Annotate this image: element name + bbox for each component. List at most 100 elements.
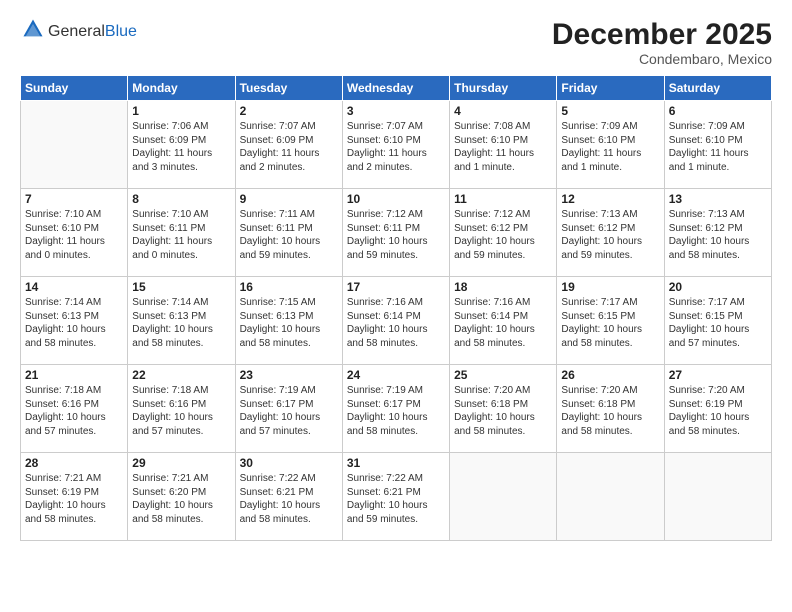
calendar-cell: 26 Sunrise: 7:20 AM Sunset: 6:18 PM Dayli…: [557, 365, 664, 453]
day-number: 22: [132, 368, 230, 382]
header: GeneralBlue December 2025 Condembaro, Me…: [20, 18, 772, 67]
logo: GeneralBlue: [20, 18, 137, 45]
day-number: 21: [25, 368, 123, 382]
cell-content: Sunrise: 7:18 AM Sunset: 6:16 PM Dayligh…: [132, 384, 230, 438]
calendar-cell: 5 Sunrise: 7:09 AM Sunset: 6:10 PM Daylig…: [557, 101, 664, 189]
day-number: 17: [347, 280, 445, 294]
day-number: 30: [240, 456, 338, 470]
calendar-week-row: 21 Sunrise: 7:18 AM Sunset: 6:16 PM Dayli…: [21, 365, 772, 453]
cell-content: Sunrise: 7:17 AM Sunset: 6:15 PM Dayligh…: [561, 296, 659, 350]
calendar-day-header: Tuesday: [235, 76, 342, 101]
calendar-cell: 14 Sunrise: 7:14 AM Sunset: 6:13 PM Dayli…: [21, 277, 128, 365]
calendar-header-row: SundayMondayTuesdayWednesdayThursdayFrid…: [21, 76, 772, 101]
day-number: 15: [132, 280, 230, 294]
calendar-cell: 29 Sunrise: 7:21 AM Sunset: 6:20 PM Dayli…: [128, 453, 235, 541]
calendar-cell: 16 Sunrise: 7:15 AM Sunset: 6:13 PM Dayli…: [235, 277, 342, 365]
calendar-day-header: Friday: [557, 76, 664, 101]
calendar-cell: 6 Sunrise: 7:09 AM Sunset: 6:10 PM Daylig…: [664, 101, 771, 189]
cell-content: Sunrise: 7:20 AM Sunset: 6:18 PM Dayligh…: [561, 384, 659, 438]
calendar-cell: 4Sunrise: 7:08 AM Sunset: 6:10 PM Daylig…: [450, 101, 557, 189]
day-number: 7: [25, 192, 123, 206]
day-number: 8: [132, 192, 230, 206]
calendar-cell: [450, 453, 557, 541]
calendar-cell: 7 Sunrise: 7:10 AM Sunset: 6:10 PM Daylig…: [21, 189, 128, 277]
day-number: 29: [132, 456, 230, 470]
day-number: 2: [240, 104, 338, 118]
calendar-day-header: Thursday: [450, 76, 557, 101]
day-number: 3: [347, 104, 445, 118]
cell-content: Sunrise: 7:07 AM Sunset: 6:09 PM Dayligh…: [240, 120, 338, 174]
page: GeneralBlue December 2025 Condembaro, Me…: [0, 0, 792, 612]
calendar: SundayMondayTuesdayWednesdayThursdayFrid…: [20, 75, 772, 541]
cell-content: Sunrise: 7:16 AM Sunset: 6:14 PM Dayligh…: [454, 296, 552, 350]
logo-text-general: GeneralBlue: [48, 23, 137, 41]
calendar-day-header: Sunday: [21, 76, 128, 101]
calendar-day-header: Wednesday: [342, 76, 449, 101]
cell-content: Sunrise: 7:07 AM Sunset: 6:10 PM Dayligh…: [347, 120, 445, 174]
cell-content: Sunrise: 7:21 AM Sunset: 6:20 PM Dayligh…: [132, 472, 230, 526]
day-number: 25: [454, 368, 552, 382]
calendar-cell: 9Sunrise: 7:11 AM Sunset: 6:11 PM Daylig…: [235, 189, 342, 277]
day-number: 23: [240, 368, 338, 382]
day-number: 27: [669, 368, 767, 382]
cell-content: Sunrise: 7:09 AM Sunset: 6:10 PM Dayligh…: [669, 120, 767, 174]
day-number: 28: [25, 456, 123, 470]
day-number: 11: [454, 192, 552, 206]
title-block: December 2025 Condembaro, Mexico: [552, 18, 772, 67]
day-number: 5: [561, 104, 659, 118]
cell-content: Sunrise: 7:19 AM Sunset: 6:17 PM Dayligh…: [240, 384, 338, 438]
calendar-cell: 19 Sunrise: 7:17 AM Sunset: 6:15 PM Dayli…: [557, 277, 664, 365]
calendar-cell: 20 Sunrise: 7:17 AM Sunset: 6:15 PM Dayli…: [664, 277, 771, 365]
cell-content: Sunrise: 7:19 AM Sunset: 6:17 PM Dayligh…: [347, 384, 445, 438]
cell-content: Sunrise: 7:09 AM Sunset: 6:10 PM Dayligh…: [561, 120, 659, 174]
calendar-week-row: 14 Sunrise: 7:14 AM Sunset: 6:13 PM Dayli…: [21, 277, 772, 365]
calendar-cell: 25 Sunrise: 7:20 AM Sunset: 6:18 PM Dayli…: [450, 365, 557, 453]
calendar-week-row: 7 Sunrise: 7:10 AM Sunset: 6:10 PM Daylig…: [21, 189, 772, 277]
calendar-cell: 30 Sunrise: 7:22 AM Sunset: 6:21 PM Dayli…: [235, 453, 342, 541]
calendar-cell: 12Sunrise: 7:13 AM Sunset: 6:12 PM Dayli…: [557, 189, 664, 277]
cell-content: Sunrise: 7:12 AM Sunset: 6:11 PM Dayligh…: [347, 208, 445, 262]
cell-content: Sunrise: 7:20 AM Sunset: 6:18 PM Dayligh…: [454, 384, 552, 438]
cell-content: Sunrise: 7:10 AM Sunset: 6:10 PM Dayligh…: [25, 208, 123, 262]
cell-content: Sunrise: 7:13 AM Sunset: 6:12 PM Dayligh…: [669, 208, 767, 262]
calendar-cell: 2 Sunrise: 7:07 AM Sunset: 6:09 PM Daylig…: [235, 101, 342, 189]
cell-content: Sunrise: 7:22 AM Sunset: 6:21 PM Dayligh…: [240, 472, 338, 526]
cell-content: Sunrise: 7:15 AM Sunset: 6:13 PM Dayligh…: [240, 296, 338, 350]
day-number: 6: [669, 104, 767, 118]
calendar-cell: 24Sunrise: 7:19 AM Sunset: 6:17 PM Dayli…: [342, 365, 449, 453]
day-number: 13: [669, 192, 767, 206]
calendar-day-header: Saturday: [664, 76, 771, 101]
cell-content: Sunrise: 7:10 AM Sunset: 6:11 PM Dayligh…: [132, 208, 230, 262]
calendar-cell: 23 Sunrise: 7:19 AM Sunset: 6:17 PM Dayli…: [235, 365, 342, 453]
cell-content: Sunrise: 7:18 AM Sunset: 6:16 PM Dayligh…: [25, 384, 123, 438]
calendar-cell: 8 Sunrise: 7:10 AM Sunset: 6:11 PM Daylig…: [128, 189, 235, 277]
cell-content: Sunrise: 7:13 AM Sunset: 6:12 PM Dayligh…: [561, 208, 659, 262]
calendar-week-row: 1Sunrise: 7:06 AM Sunset: 6:09 PM Daylig…: [21, 101, 772, 189]
cell-content: Sunrise: 7:08 AM Sunset: 6:10 PM Dayligh…: [454, 120, 552, 174]
calendar-cell: 22 Sunrise: 7:18 AM Sunset: 6:16 PM Dayli…: [128, 365, 235, 453]
cell-content: Sunrise: 7:14 AM Sunset: 6:13 PM Dayligh…: [25, 296, 123, 350]
day-number: 31: [347, 456, 445, 470]
cell-content: Sunrise: 7:12 AM Sunset: 6:12 PM Dayligh…: [454, 208, 552, 262]
day-number: 18: [454, 280, 552, 294]
calendar-cell: 28Sunrise: 7:21 AM Sunset: 6:19 PM Dayli…: [21, 453, 128, 541]
calendar-cell: 3 Sunrise: 7:07 AM Sunset: 6:10 PM Daylig…: [342, 101, 449, 189]
calendar-cell: 15 Sunrise: 7:14 AM Sunset: 6:13 PM Dayli…: [128, 277, 235, 365]
cell-content: Sunrise: 7:16 AM Sunset: 6:14 PM Dayligh…: [347, 296, 445, 350]
day-number: 9: [240, 192, 338, 206]
calendar-cell: 17 Sunrise: 7:16 AM Sunset: 6:14 PM Dayli…: [342, 277, 449, 365]
day-number: 10: [347, 192, 445, 206]
calendar-cell: [664, 453, 771, 541]
day-number: 20: [669, 280, 767, 294]
day-number: 19: [561, 280, 659, 294]
cell-content: Sunrise: 7:06 AM Sunset: 6:09 PM Dayligh…: [132, 120, 230, 174]
day-number: 14: [25, 280, 123, 294]
day-number: 16: [240, 280, 338, 294]
cell-content: Sunrise: 7:20 AM Sunset: 6:19 PM Dayligh…: [669, 384, 767, 438]
day-number: 26: [561, 368, 659, 382]
cell-content: Sunrise: 7:17 AM Sunset: 6:15 PM Dayligh…: [669, 296, 767, 350]
calendar-cell: 27 Sunrise: 7:20 AM Sunset: 6:19 PM Dayli…: [664, 365, 771, 453]
cell-content: Sunrise: 7:14 AM Sunset: 6:13 PM Dayligh…: [132, 296, 230, 350]
location: Condembaro, Mexico: [552, 51, 772, 67]
logo-icon: [22, 18, 44, 40]
